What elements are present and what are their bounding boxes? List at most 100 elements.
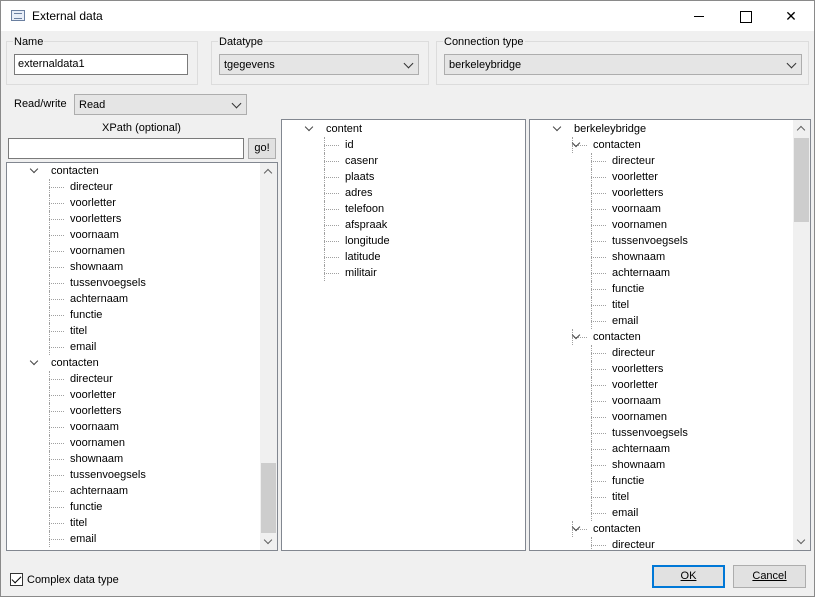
xpath-input[interactable] bbox=[8, 138, 244, 159]
tree-leaf[interactable]: voorletters bbox=[70, 211, 121, 227]
tree-connector bbox=[324, 257, 339, 258]
tree-leaf[interactable]: functie bbox=[612, 473, 644, 489]
tree-leaf[interactable]: latitude bbox=[345, 249, 380, 265]
tree-leaf[interactable]: voornaam bbox=[70, 419, 119, 435]
connection-type-select[interactable]: berkeleybridge bbox=[444, 54, 802, 75]
tree-leaf[interactable]: email bbox=[612, 505, 638, 521]
chevron-down-icon[interactable] bbox=[29, 164, 39, 174]
tree-leaf[interactable]: tussenvoegsels bbox=[70, 275, 146, 291]
tree-leaf[interactable]: voornamen bbox=[612, 409, 667, 425]
tree-connector bbox=[591, 537, 592, 550]
tree-leaf[interactable]: achternaam bbox=[612, 441, 670, 457]
tree-leaf[interactable]: voornaam bbox=[612, 201, 661, 217]
tree-leaf[interactable]: voornaam bbox=[612, 393, 661, 409]
tree-node[interactable]: contacten bbox=[593, 137, 641, 153]
maximize-button[interactable] bbox=[722, 1, 768, 31]
tree-leaf[interactable]: achternaam bbox=[70, 291, 128, 307]
tree-leaf[interactable]: titel bbox=[612, 297, 629, 313]
tree-leaf[interactable]: email bbox=[612, 313, 638, 329]
close-button[interactable]: ✕ bbox=[768, 1, 814, 31]
name-label: Name bbox=[13, 36, 45, 48]
tree-connector bbox=[591, 465, 606, 466]
tree-leaf[interactable]: voorletter bbox=[70, 387, 116, 403]
tree-leaf[interactable]: shownaam bbox=[612, 457, 665, 473]
tree-leaf[interactable]: tussenvoegsels bbox=[612, 425, 688, 441]
chevron-down-icon[interactable] bbox=[304, 122, 314, 132]
connection-tree[interactable]: berkeleybridge contacten directeur voorlett… bbox=[529, 119, 811, 551]
chevron-down-icon[interactable] bbox=[552, 122, 562, 132]
tree-leaf[interactable]: militair bbox=[345, 265, 377, 281]
datatype-tree[interactable]: content id casenr plaats adres telefoon afspra… bbox=[281, 119, 526, 551]
tree-leaf[interactable]: directeur bbox=[612, 153, 655, 169]
tree-leaf[interactable]: casenr bbox=[345, 153, 378, 169]
tree-leaf[interactable]: longitude bbox=[345, 233, 390, 249]
tree-connector bbox=[49, 387, 50, 403]
tree-leaf[interactable]: directeur bbox=[612, 345, 655, 361]
tree-leaf[interactable]: titel bbox=[70, 323, 87, 339]
tree-node[interactable]: contacten bbox=[51, 355, 99, 371]
complex-data-type-checkbox[interactable] bbox=[10, 573, 23, 586]
go-button[interactable]: go! bbox=[248, 138, 276, 159]
tree-leaf[interactable]: shownaam bbox=[70, 259, 123, 275]
tree-leaf[interactable]: email bbox=[70, 339, 96, 355]
tree-leaf[interactable]: tussenvoegsels bbox=[612, 233, 688, 249]
tree-node[interactable]: contacten bbox=[593, 521, 641, 537]
ok-button[interactable]: OK bbox=[652, 565, 725, 588]
tree-connector bbox=[324, 209, 339, 210]
scroll-up-icon[interactable] bbox=[263, 168, 273, 178]
tree-connector bbox=[591, 153, 592, 169]
tree-leaf[interactable]: id bbox=[345, 137, 354, 153]
tree-leaf[interactable]: titel bbox=[612, 489, 629, 505]
tree-node[interactable]: contacten bbox=[51, 163, 99, 179]
tree-connector bbox=[591, 377, 592, 393]
chevron-down-icon[interactable] bbox=[29, 356, 39, 366]
tree-leaf[interactable]: adres bbox=[345, 185, 373, 201]
tree-leaf[interactable]: directeur bbox=[70, 179, 113, 195]
tree-leaf[interactable]: email bbox=[70, 531, 96, 547]
xpath-tree[interactable]: contacten directeur voorletter voorletters v… bbox=[6, 162, 278, 551]
tree-node[interactable]: content bbox=[326, 121, 362, 137]
tree-connector bbox=[49, 259, 50, 275]
tree-connector bbox=[49, 203, 64, 204]
tree-leaf[interactable]: voornamen bbox=[612, 217, 667, 233]
scroll-thumb[interactable] bbox=[261, 463, 276, 533]
tree-leaf[interactable]: directeur bbox=[612, 537, 655, 550]
left-tree-scrollbar[interactable] bbox=[260, 163, 277, 550]
scroll-down-icon[interactable] bbox=[263, 535, 273, 545]
datatype-select[interactable]: tgegevens bbox=[219, 54, 419, 75]
tree-leaf[interactable]: titel bbox=[70, 515, 87, 531]
tree-leaf[interactable]: achternaam bbox=[612, 265, 670, 281]
tree-node[interactable]: berkeleybridge bbox=[574, 121, 646, 137]
scroll-up-icon[interactable] bbox=[796, 125, 806, 135]
read-write-select[interactable]: Read bbox=[74, 94, 247, 115]
tree-leaf[interactable]: voornamen bbox=[70, 243, 125, 259]
tree-leaf[interactable]: voorletter bbox=[612, 377, 658, 393]
tree-leaf[interactable]: shownaam bbox=[70, 451, 123, 467]
minimize-button[interactable] bbox=[676, 1, 722, 31]
tree-leaf[interactable]: tussenvoegsels bbox=[70, 467, 146, 483]
tree-leaf[interactable]: voorletter bbox=[612, 169, 658, 185]
scroll-thumb[interactable] bbox=[794, 138, 809, 222]
tree-leaf[interactable]: afspraak bbox=[345, 217, 387, 233]
right-tree-scrollbar[interactable] bbox=[793, 120, 810, 550]
tree-connector bbox=[49, 411, 64, 412]
tree-connector bbox=[324, 225, 339, 226]
tree-leaf[interactable]: voorletters bbox=[612, 185, 663, 201]
name-input[interactable]: externaldata1 bbox=[14, 54, 188, 75]
tree-leaf[interactable]: functie bbox=[612, 281, 644, 297]
tree-leaf[interactable]: directeur bbox=[70, 371, 113, 387]
tree-leaf[interactable]: shownaam bbox=[612, 249, 665, 265]
tree-leaf[interactable]: telefoon bbox=[345, 201, 384, 217]
tree-leaf[interactable]: voorletter bbox=[70, 195, 116, 211]
tree-leaf[interactable]: achternaam bbox=[70, 483, 128, 499]
tree-leaf[interactable]: plaats bbox=[345, 169, 374, 185]
tree-leaf[interactable]: functie bbox=[70, 499, 102, 515]
tree-leaf[interactable]: functie bbox=[70, 307, 102, 323]
tree-leaf[interactable]: voorletters bbox=[612, 361, 663, 377]
scroll-down-icon[interactable] bbox=[796, 535, 806, 545]
tree-leaf[interactable]: voorletters bbox=[70, 403, 121, 419]
cancel-button[interactable]: Cancel bbox=[733, 565, 806, 588]
tree-leaf[interactable]: voornaam bbox=[70, 227, 119, 243]
tree-node[interactable]: contacten bbox=[593, 329, 641, 345]
tree-leaf[interactable]: voornamen bbox=[70, 435, 125, 451]
